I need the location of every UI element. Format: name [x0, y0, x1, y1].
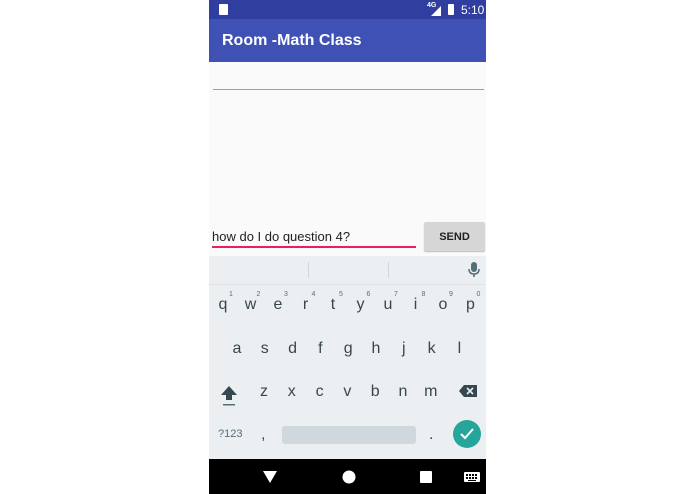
key-b[interactable]: b [362, 383, 388, 401]
key-number-hint: 0 [476, 291, 481, 298]
key-z[interactable]: z [251, 383, 277, 401]
back-triangle-icon[interactable] [263, 471, 277, 483]
signal-icon [431, 6, 441, 16]
home-circle-icon[interactable] [342, 470, 356, 484]
mic-icon[interactable] [467, 262, 481, 278]
key-l[interactable]: l [446, 340, 472, 358]
key-number-hint: 6 [366, 291, 371, 298]
key-j[interactable]: j [391, 340, 417, 358]
key-number-hint: 7 [394, 291, 398, 298]
enter-check-icon [460, 428, 474, 440]
suggestion-strip [209, 256, 486, 285]
backspace-icon[interactable] [458, 384, 478, 398]
key-q[interactable]: q [210, 296, 236, 314]
key-g[interactable]: g [335, 340, 361, 358]
key-number-hint: 5 [339, 291, 343, 298]
status-bar: 4G 5:10 [209, 0, 486, 19]
key-y[interactable]: y [348, 296, 374, 314]
key-h[interactable]: h [363, 340, 389, 358]
key-p[interactable]: p [458, 296, 484, 314]
comma-key[interactable]: , [261, 426, 265, 444]
key-u[interactable]: u [375, 296, 401, 314]
key-r[interactable]: r [293, 296, 319, 314]
key-k[interactable]: k [419, 340, 445, 358]
app-bar: Room -Math Class [209, 19, 486, 62]
keyboard-icon[interactable] [464, 472, 480, 482]
key-number-hint: 2 [256, 291, 261, 298]
key-c[interactable]: c [307, 383, 333, 401]
sd-card-icon [219, 4, 228, 15]
battery-icon [448, 4, 454, 15]
suggestion-divider [308, 262, 309, 278]
recents-square-icon[interactable] [420, 471, 432, 483]
key-w[interactable]: w [238, 296, 264, 314]
send-button[interactable]: SEND [424, 222, 485, 251]
navigation-bar [209, 459, 486, 494]
key-o[interactable]: o [430, 296, 456, 314]
key-e[interactable]: e [265, 296, 291, 314]
clock: 5:10 [461, 3, 485, 17]
key-n[interactable]: n [390, 383, 416, 401]
period-key[interactable]: . [429, 426, 433, 444]
key-x[interactable]: x [279, 383, 305, 401]
key-m[interactable]: m [418, 383, 444, 401]
key-v[interactable]: v [334, 383, 360, 401]
key-i[interactable]: i [403, 296, 429, 314]
phone-screen: 4G 5:10 Room -Math Class how do I do que… [209, 0, 486, 494]
key-number-hint: 3 [284, 291, 288, 298]
enter-key[interactable] [453, 420, 481, 448]
suggestion-divider [388, 262, 389, 278]
key-number-hint: 8 [421, 291, 426, 298]
key-d[interactable]: d [280, 340, 306, 358]
space-bar[interactable] [282, 426, 416, 444]
key-s[interactable]: s [252, 340, 278, 358]
key-a[interactable]: a [224, 340, 250, 358]
key-number-hint: 9 [449, 291, 453, 298]
page-title: Room -Math Class [222, 32, 362, 49]
key-number-hint: 4 [311, 291, 316, 298]
key-number-hint: 1 [229, 291, 233, 298]
shift-icon[interactable] [219, 384, 239, 408]
symbols-key[interactable]: ?123 [218, 428, 242, 440]
room-field[interactable] [213, 89, 484, 90]
key-t[interactable]: t [320, 296, 346, 314]
message-input[interactable]: how do I do question 4? [212, 229, 416, 248]
keyboard: q1w2e3r4t5y6u7i8o9p0 asdfghjkl zxcvbnm ?… [209, 256, 486, 459]
key-f[interactable]: f [307, 340, 333, 358]
